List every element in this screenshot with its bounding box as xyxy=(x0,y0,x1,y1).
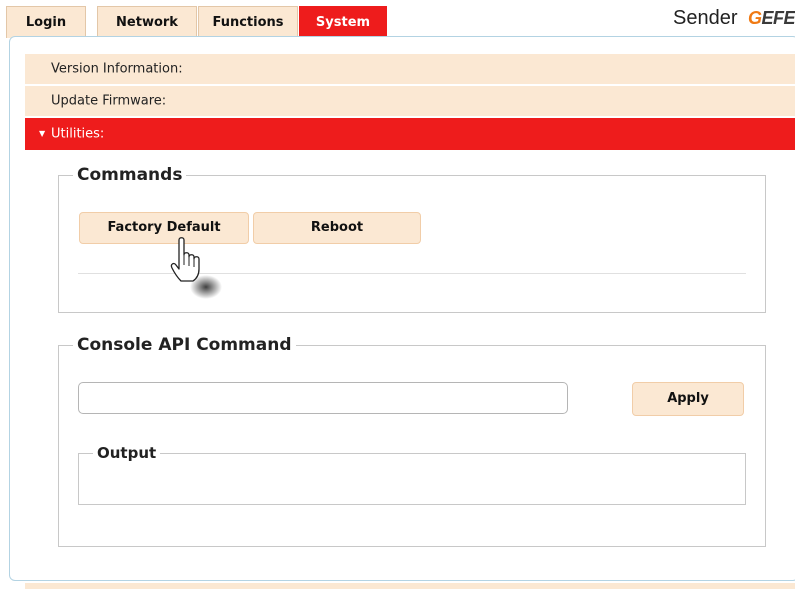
console-api-fieldset: Console API Command xyxy=(58,334,766,547)
tab-login[interactable]: Login xyxy=(6,6,86,38)
output-legend: Output xyxy=(93,442,161,464)
console-api-legend: Console API Command xyxy=(73,334,296,356)
tab-network[interactable]: Network xyxy=(97,6,197,38)
apply-button[interactable]: Apply xyxy=(632,382,744,416)
bottom-accordion-edge xyxy=(25,583,795,589)
console-api-input[interactable] xyxy=(78,382,568,414)
accordion-update-firmware[interactable]: ► Update Firmware: xyxy=(25,86,795,116)
output-fieldset: Output xyxy=(78,442,746,505)
tab-system[interactable]: System xyxy=(299,6,387,38)
brand-header: Sender GEFE xyxy=(673,4,795,32)
accordion-version-information[interactable]: ► Version Information: xyxy=(25,54,795,84)
device-label: Sender xyxy=(673,7,738,29)
triangle-down-icon: ▼ xyxy=(39,129,46,138)
accordion-label: Version Information: xyxy=(51,61,183,77)
hand-pointer-icon xyxy=(170,237,222,299)
reboot-button[interactable]: Reboot xyxy=(253,212,421,244)
collapsed-arrow-icon: ► xyxy=(39,64,46,73)
accordion-utilities[interactable]: ▼ Utilities: xyxy=(25,118,795,150)
accordion-label: Update Firmware: xyxy=(51,93,167,109)
brand-logo: GEFE xyxy=(747,8,795,28)
collapsed-arrow-icon: ► xyxy=(39,96,46,105)
tab-functions[interactable]: Functions xyxy=(198,6,298,38)
top-tab-bar: Login Network Functions System Sender GE… xyxy=(0,0,795,38)
accordion-label: Utilities: xyxy=(51,126,105,142)
commands-legend: Commands xyxy=(73,164,187,186)
